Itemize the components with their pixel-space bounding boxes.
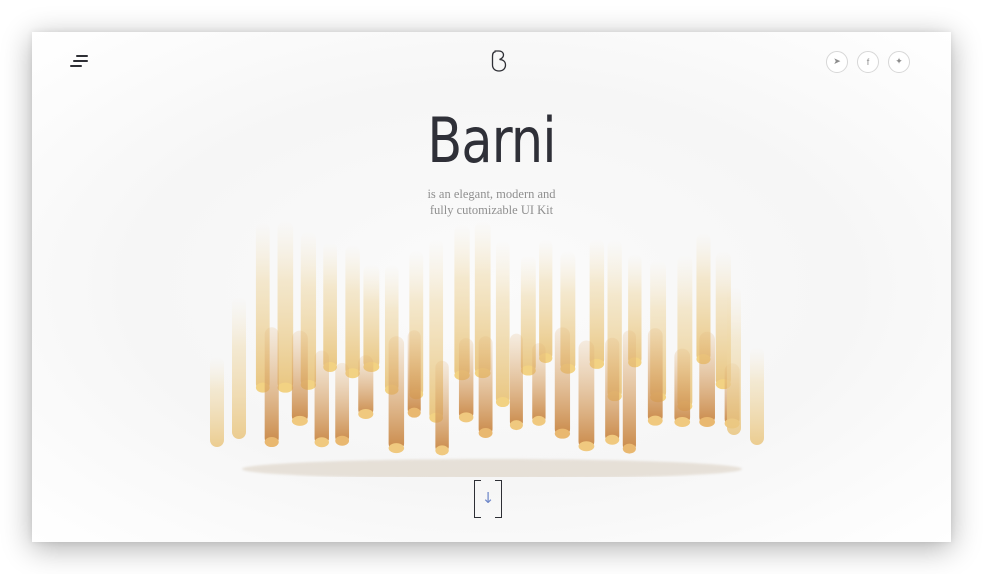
send-icon[interactable]: ➤ <box>826 51 848 73</box>
facebook-glyph: f <box>866 57 870 67</box>
scroll-down-button[interactable]: ↓ <box>474 480 502 520</box>
hamburger-menu-icon[interactable] <box>70 54 88 70</box>
twitter-glyph: ✦ <box>895 57 903 67</box>
social-links: ➤ f ✦ <box>826 51 910 73</box>
arrow-down-icon: ↓ <box>481 489 495 507</box>
facebook-icon[interactable]: f <box>857 51 879 73</box>
page-card: ➤ f ✦ Barni is an elegant, modern and fu… <box>32 32 951 542</box>
twitter-icon[interactable]: ✦ <box>888 51 910 73</box>
hero-subtitle-line1: is an elegant, modern and <box>427 187 556 201</box>
send-glyph: ➤ <box>833 57 841 67</box>
barni-b-logo-icon[interactable] <box>491 50 507 72</box>
hero-title: Barni <box>427 104 556 177</box>
pasta-sticks-image <box>210 220 764 477</box>
